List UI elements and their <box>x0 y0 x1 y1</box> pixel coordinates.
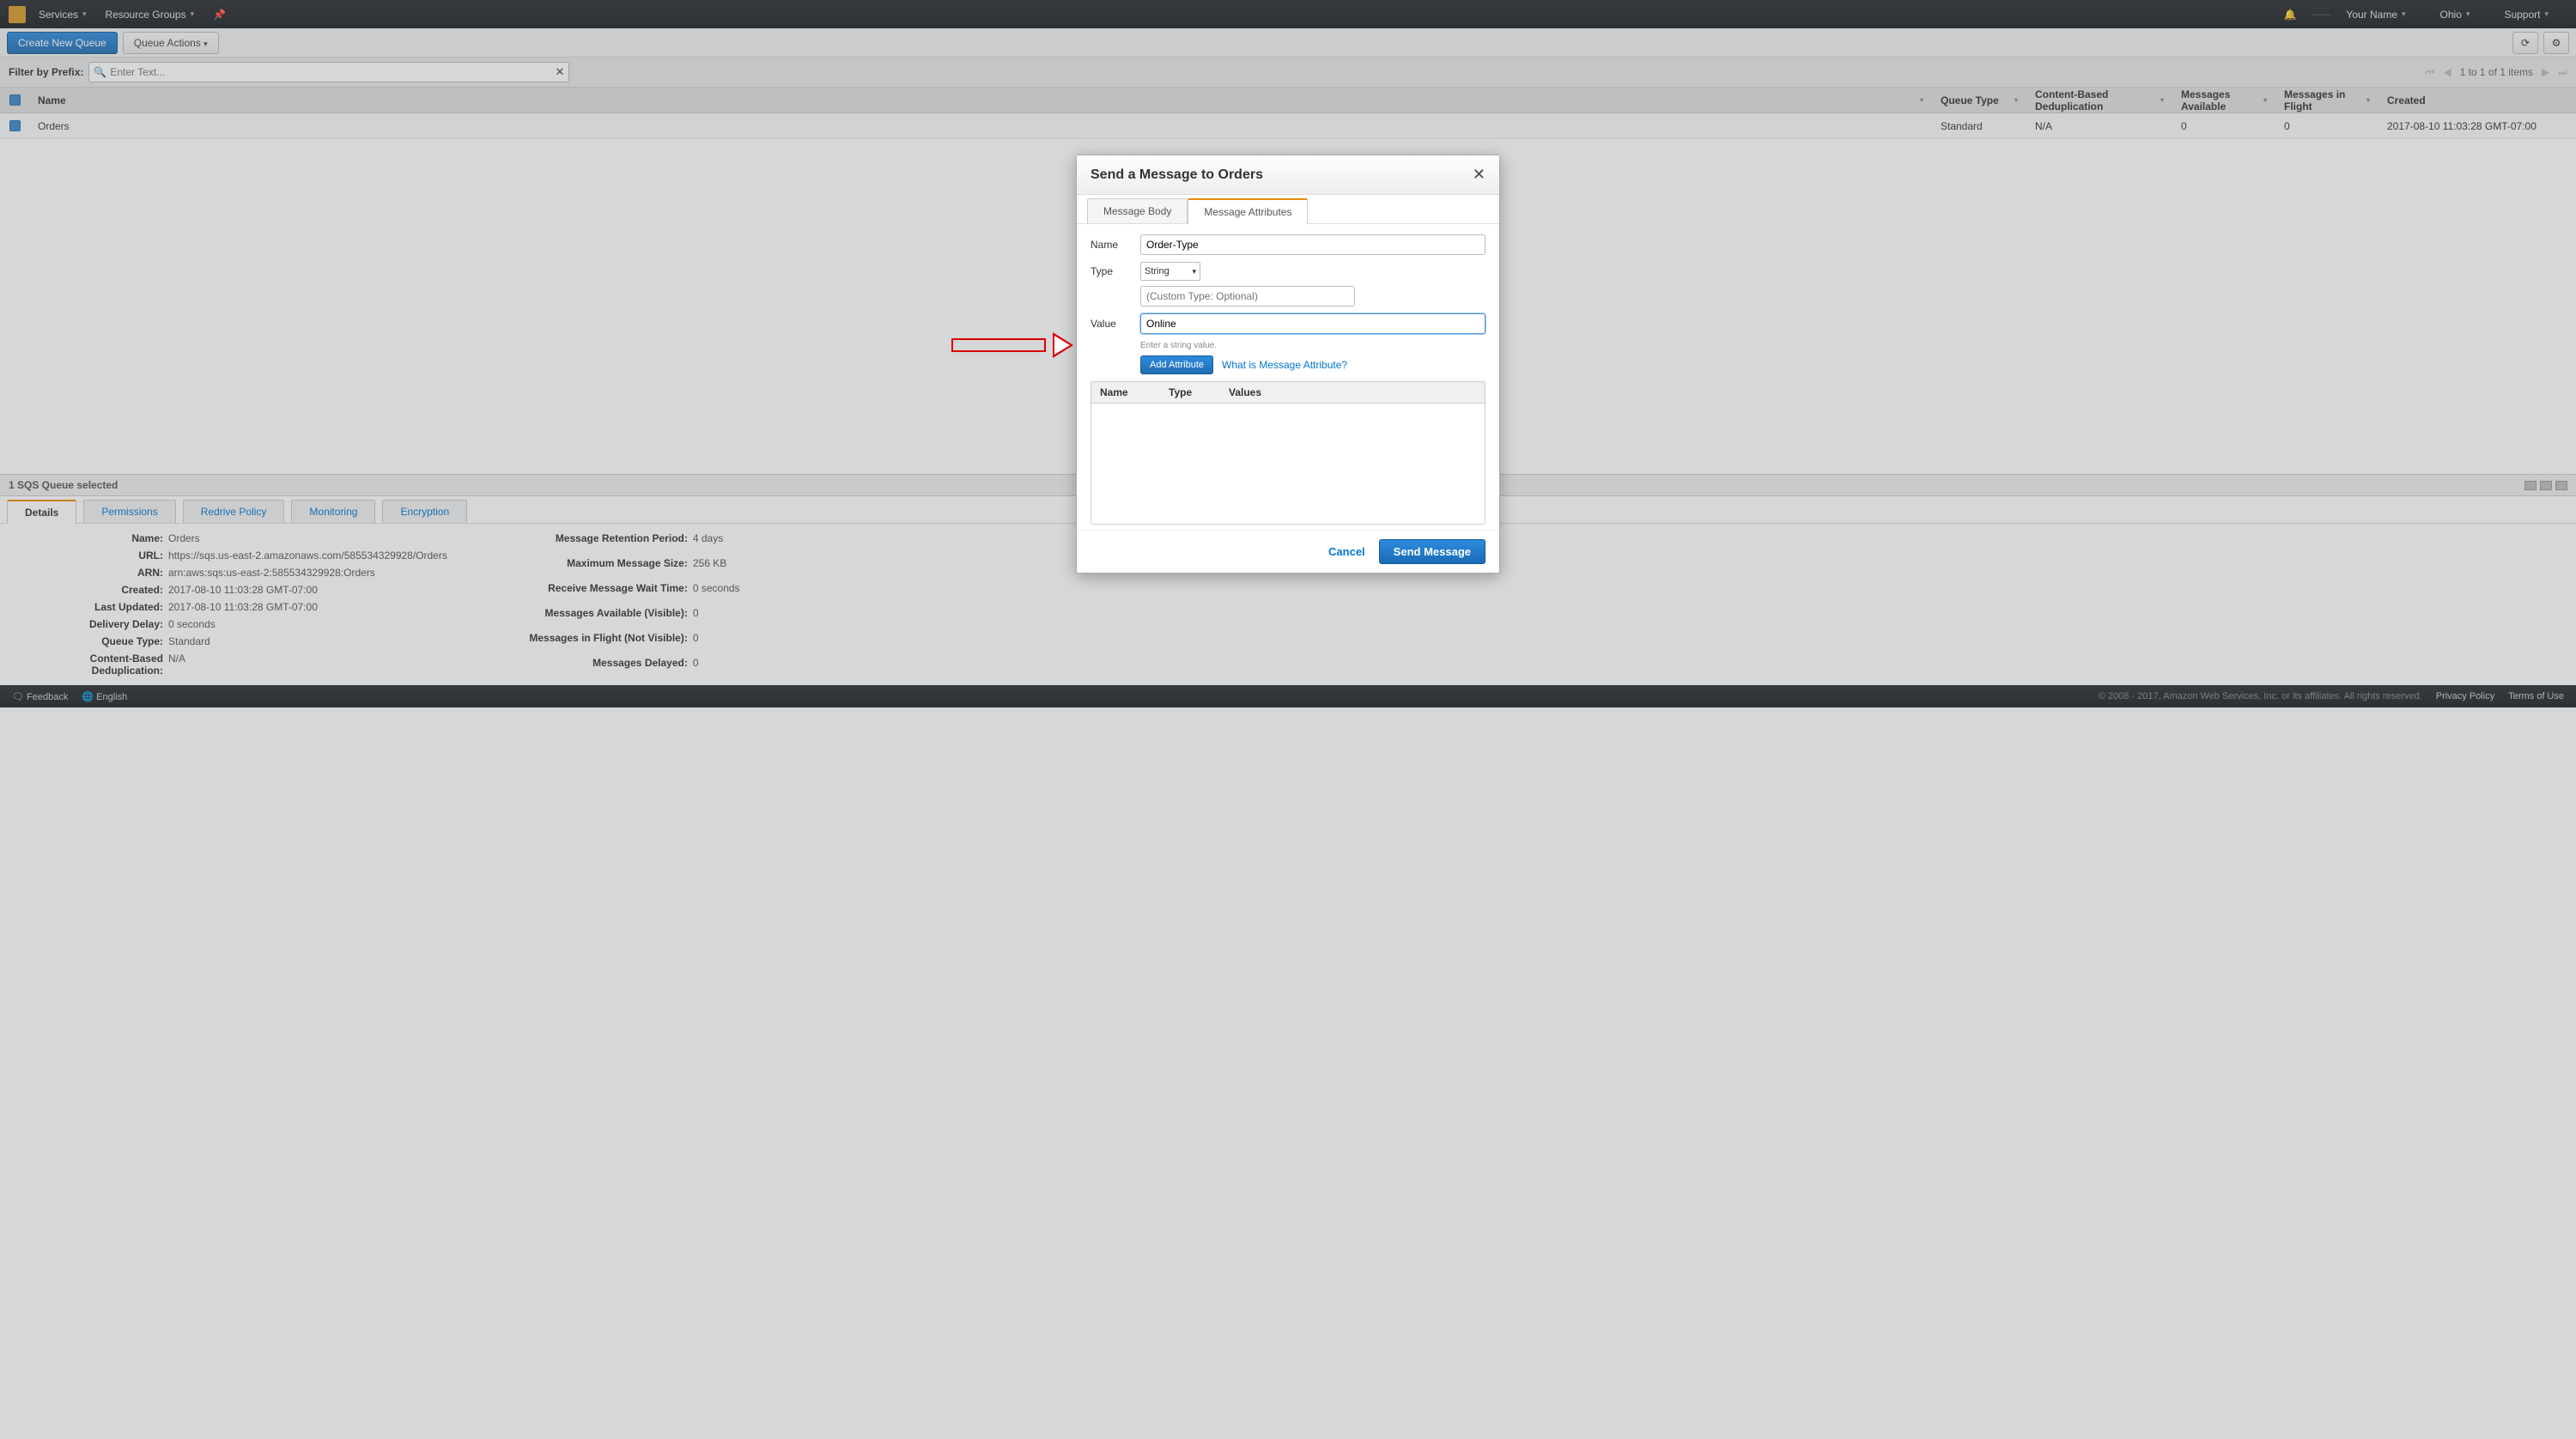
annotation-arrow-icon <box>951 335 1072 359</box>
tab-message-body[interactable]: Message Body <box>1087 198 1188 223</box>
attr-col-values: Values <box>1220 382 1485 403</box>
attr-value-label: Value <box>1091 318 1132 330</box>
modal-overlay: Send a Message to Orders ✕ Message Body … <box>0 0 2576 1439</box>
attr-type-select[interactable]: String▾ <box>1140 262 1200 281</box>
add-attribute-button[interactable]: Add Attribute <box>1140 355 1213 374</box>
attr-name-label: Name <box>1091 239 1132 251</box>
attr-name-input[interactable] <box>1140 234 1485 255</box>
close-icon[interactable]: ✕ <box>1473 166 1485 184</box>
attr-value-input[interactable] <box>1140 313 1485 334</box>
help-link[interactable]: What is Message Attribute? <box>1222 359 1347 371</box>
attr-value-hint: Enter a string value. <box>1140 341 1485 350</box>
send-message-modal: Send a Message to Orders ✕ Message Body … <box>1076 155 1500 574</box>
attr-type-label: Type <box>1091 262 1132 277</box>
attr-custom-type-input[interactable] <box>1140 286 1355 307</box>
cancel-button[interactable]: Cancel <box>1328 545 1365 558</box>
tab-message-attributes[interactable]: Message Attributes <box>1188 198 1308 224</box>
modal-title: Send a Message to Orders <box>1091 167 1263 183</box>
attributes-table: Name Type Values <box>1091 381 1485 525</box>
attr-col-type: Type <box>1160 382 1220 403</box>
send-message-button[interactable]: Send Message <box>1379 539 1485 564</box>
attr-col-name: Name <box>1091 382 1160 403</box>
